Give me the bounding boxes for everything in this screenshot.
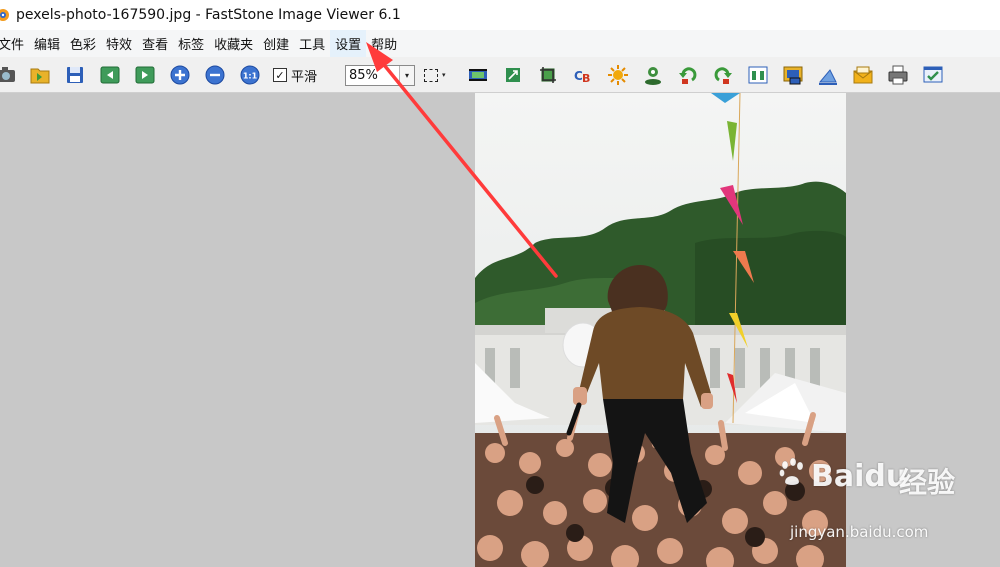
previous-icon[interactable] — [98, 63, 122, 87]
zoom-select[interactable]: 85% ▾ — [345, 65, 415, 86]
svg-text:B: B — [582, 72, 590, 85]
svg-text:1:1: 1:1 — [243, 72, 258, 81]
select-rect-icon — [424, 68, 438, 82]
menu-edit[interactable]: 编辑 — [29, 30, 65, 57]
photo-concert — [475, 93, 846, 567]
menu-view[interactable]: 查看 — [137, 30, 173, 57]
menu-favorites[interactable]: 收藏夹 — [209, 30, 258, 57]
app-window: pexels-photo-167590.jpg - FastStone Imag… — [0, 0, 1000, 567]
zoom-out-icon[interactable] — [203, 63, 227, 87]
red-eye-icon[interactable] — [641, 63, 665, 87]
print-icon[interactable] — [886, 63, 910, 87]
menu-help[interactable]: 帮助 — [366, 30, 402, 57]
rotate-right-icon[interactable] — [711, 63, 735, 87]
watermark-brand: Baidu — [811, 459, 908, 494]
menu-effects[interactable]: 特效 — [101, 30, 137, 57]
menu-tools[interactable]: 工具 — [294, 30, 330, 57]
email-icon[interactable] — [851, 63, 875, 87]
chevron-down-icon[interactable]: ▾ — [399, 66, 414, 85]
smooth-checkbox[interactable]: ✓ — [273, 68, 287, 82]
smooth-label: 平滑 — [291, 69, 318, 85]
menu-settings[interactable]: 设置 — [330, 30, 367, 57]
crop-icon[interactable] — [536, 63, 560, 87]
title-bar: pexels-photo-167590.jpg - FastStone Imag… — [0, 0, 1000, 30]
open-folder-icon[interactable] — [28, 63, 52, 87]
baidu-watermark: Baidu 经验 jingyan.baidu.com — [779, 455, 995, 545]
actual-size-icon[interactable]: 1:1 — [238, 63, 262, 87]
brightness-icon[interactable] — [606, 63, 630, 87]
save-icon[interactable] — [63, 63, 87, 87]
chevron-down-icon[interactable]: ▾ — [442, 71, 446, 79]
resize-icon[interactable] — [501, 63, 525, 87]
camera-icon[interactable] — [0, 63, 18, 87]
smooth-option[interactable]: ✓ 平滑 — [273, 65, 317, 85]
menu-create[interactable]: 创建 — [258, 30, 294, 57]
menu-bar: 文件 编辑 色彩 特效 查看 标签 收藏夹 创建 工具 设置 帮助 — [0, 30, 1000, 58]
menu-file[interactable]: 文件 — [0, 30, 29, 57]
slideshow-icon[interactable] — [466, 63, 490, 87]
select-rect-button[interactable]: ▾ — [424, 66, 458, 84]
draw-icon[interactable] — [816, 63, 840, 87]
toolbar: 1:1 ✓ 平滑 85% ▾ ▾ CB — [0, 57, 1000, 93]
paw-logo-icon — [779, 457, 804, 486]
rotate-left-icon[interactable] — [676, 63, 700, 87]
next-icon[interactable] — [133, 63, 157, 87]
settings-icon[interactable] — [921, 63, 945, 87]
watermark-url: jingyan.baidu.com — [790, 523, 929, 541]
color-balance-icon[interactable]: CB — [571, 63, 595, 87]
app-logo-icon — [0, 8, 10, 22]
compare-icon[interactable] — [746, 63, 770, 87]
zoom-value[interactable]: 85% — [346, 68, 399, 83]
watermark-brand-cn: 经验 — [899, 466, 956, 499]
menu-color[interactable]: 色彩 — [65, 30, 101, 57]
frame-icon[interactable] — [781, 63, 805, 87]
zoom-in-icon[interactable] — [168, 63, 192, 87]
window-title: pexels-photo-167590.jpg - FastStone Imag… — [16, 7, 401, 23]
menu-tags[interactable]: 标签 — [173, 30, 209, 57]
